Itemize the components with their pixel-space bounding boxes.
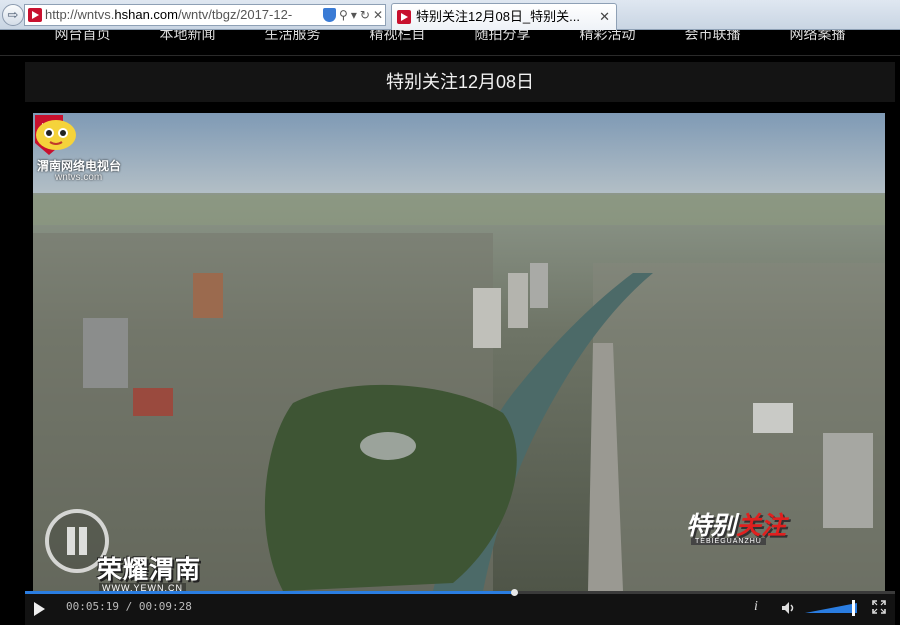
program-logo-white: 特别 xyxy=(686,512,737,540)
refresh-icon[interactable]: ↻ xyxy=(360,5,370,25)
tab-favicon-icon xyxy=(397,10,411,24)
site-navigation: 网台首页 本地新闻 生活服务 精视栏目 随拍分享 精彩活动 会市联播 网络案播 xyxy=(0,30,900,48)
search-icon[interactable]: ⚲ xyxy=(339,5,348,25)
time-display: 00:05:19 / 00:09:28 xyxy=(66,600,192,613)
player-controls: 00:05:19 / 00:09:28 i xyxy=(25,589,895,625)
url-host: hshan.com xyxy=(114,7,178,22)
program-logo-red: 关注 xyxy=(736,512,787,540)
nav-item[interactable]: 精彩活动 xyxy=(555,30,660,44)
dropdown-icon[interactable]: ▾ xyxy=(351,5,357,25)
browser-tab[interactable]: 特别关注12月08日_特别关... ✕ xyxy=(391,3,617,30)
nav-item[interactable]: 会市联播 xyxy=(660,30,765,44)
volume-icon[interactable] xyxy=(781,601,795,615)
close-tab-icon[interactable]: ✕ xyxy=(599,4,610,30)
video-frame[interactable]: 渭南网络电视台 wntvs.com 荣耀渭南 WWW.YEWN.CN 特别关注 … xyxy=(33,113,885,591)
mascot-icon xyxy=(36,120,76,150)
play-button[interactable] xyxy=(34,602,45,616)
video-title-bar: 特别关注12月08日 xyxy=(25,62,895,102)
url-path: /wntv/tbgz/2017-12- xyxy=(177,7,293,22)
nav-item[interactable]: 网台首页 xyxy=(30,30,135,44)
nav-item[interactable]: 生活服务 xyxy=(240,30,345,44)
volume-handle[interactable] xyxy=(852,600,855,616)
page-title: 特别关注12月08日 xyxy=(385,72,535,92)
address-bar[interactable]: http://wntvs.hshan.com/wntv/tbgz/2017-12… xyxy=(24,4,386,26)
watermark-url: WWW.YEWN.CN xyxy=(99,583,186,591)
shield-icon[interactable] xyxy=(323,8,337,22)
time-separator: / xyxy=(118,600,139,613)
watermark-text: 荣耀渭南 xyxy=(97,556,202,584)
program-logo-subtitle: TEBIEGUANZHU xyxy=(691,538,766,545)
current-time: 00:05:19 xyxy=(66,600,119,613)
stop-icon[interactable]: ✕ xyxy=(373,5,383,25)
program-logo: 特别关注 xyxy=(686,506,786,542)
url-prefix: http://wntvs. xyxy=(45,7,115,22)
nav-item[interactable]: 精视栏目 xyxy=(345,30,450,44)
info-icon[interactable]: i xyxy=(754,599,758,615)
nav-item[interactable]: 随拍分享 xyxy=(450,30,555,44)
tab-title: 特别关注12月08日_特别关... xyxy=(416,9,580,24)
fullscreen-icon[interactable] xyxy=(872,600,886,614)
nav-item[interactable]: 本地新闻 xyxy=(135,30,240,44)
station-url: wntvs.com xyxy=(55,172,103,183)
progress-handle[interactable] xyxy=(511,589,518,596)
progress-bar[interactable] xyxy=(25,589,895,596)
volume-slider[interactable] xyxy=(805,601,857,615)
nav-divider xyxy=(0,55,900,56)
duration: 00:09:28 xyxy=(138,600,192,613)
back-button[interactable]: ⇨ xyxy=(2,4,24,26)
site-favicon-icon xyxy=(28,8,42,22)
browser-toolbar: ⇨ http://wntvs.hshan.com/wntv/tbgz/2017-… xyxy=(0,0,900,30)
progress-fill xyxy=(25,591,514,594)
address-bar-actions: ⚲ ▾ ↻ ✕ xyxy=(319,5,383,25)
nav-item[interactable]: 网络案播 xyxy=(765,30,870,44)
